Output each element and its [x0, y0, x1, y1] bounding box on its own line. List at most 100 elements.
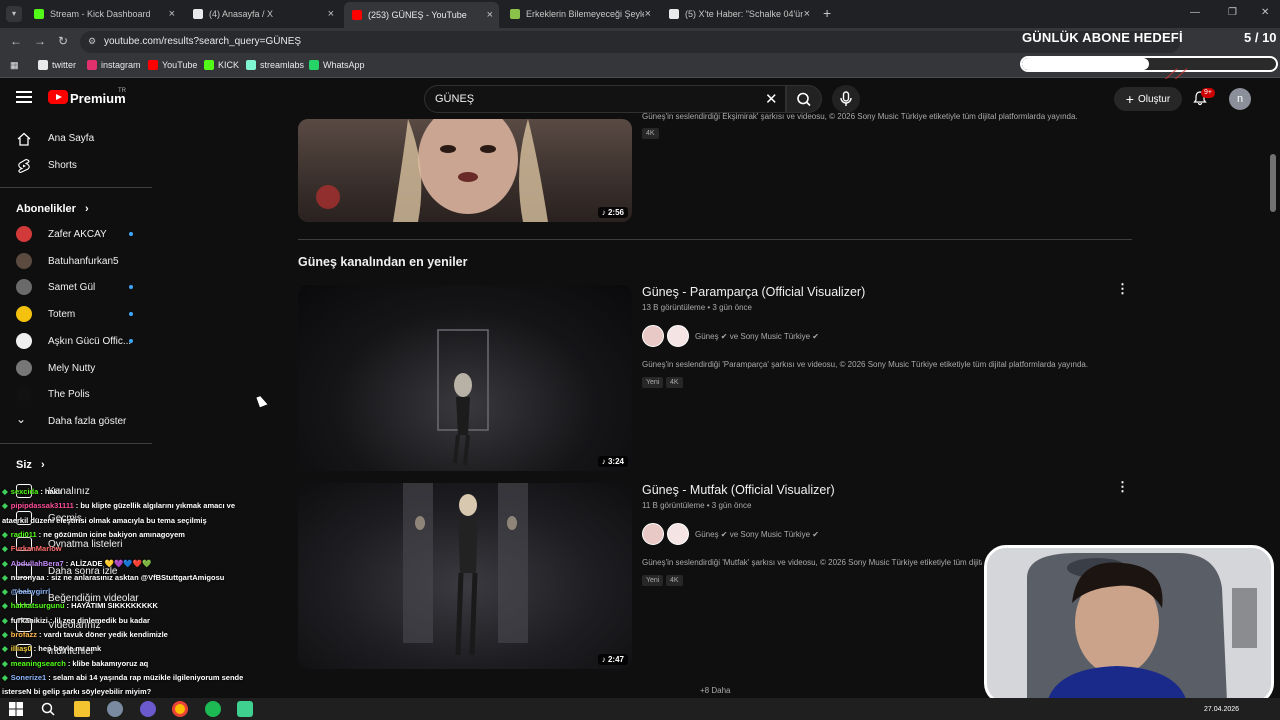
app-icon[interactable]	[107, 701, 123, 717]
url-text[interactable]: youtube.com/results?search_query=GÜNEŞ	[104, 36, 301, 47]
sidebar-divider	[0, 443, 152, 444]
search-input[interactable]: GÜNEŞ	[435, 93, 474, 105]
search-icon[interactable]	[40, 701, 56, 717]
tab-close-icon[interactable]: ×	[328, 8, 334, 20]
new-tab-button[interactable]: +	[823, 5, 831, 21]
video-meta: 13 B görüntüleme • 3 gün önce	[642, 303, 752, 312]
sidebar-item-subscription[interactable]: Samet Gül	[0, 274, 152, 301]
show-more-button[interactable]: ⌄ Daha fazla göster	[0, 408, 152, 435]
spotify-icon[interactable]	[205, 701, 221, 717]
app-icon[interactable]	[140, 701, 156, 717]
region-code: TR	[118, 88, 126, 94]
tab-search-button[interactable]: ▾	[6, 6, 22, 22]
browser-tab[interactable]: Stream - Kick Dashboard ×	[26, 3, 181, 25]
chrome-icon[interactable]	[172, 701, 188, 717]
app-icon[interactable]	[237, 701, 253, 717]
sidebar-item-subscription[interactable]: The Polis	[0, 381, 152, 408]
chat-text: isterseN bi gelip şarkı söyleyebilir miy…	[2, 687, 152, 697]
bookmark-item[interactable]: instagram	[87, 60, 141, 70]
video-title[interactable]: Güneş - Paramparça (Official Visualizer)	[642, 285, 865, 299]
bookmark-icon	[87, 60, 97, 70]
sidebar-item-label: Zafer AKCAY	[48, 229, 107, 240]
channel-row[interactable]: Güneş ✔ ve Sony Music Türkiye ✔	[642, 523, 942, 547]
tab-close-icon[interactable]: ×	[804, 8, 810, 20]
tab-close-icon[interactable]: ×	[645, 8, 651, 20]
video-thumbnail[interactable]: ♪ 2:47	[298, 483, 632, 669]
close-window-icon[interactable]: ✕	[1261, 7, 1269, 18]
video-duration: ♪ 2:47	[597, 654, 628, 665]
chat-text: vardı tavuk döner yedik kendimizle	[43, 630, 168, 639]
clear-search-icon[interactable]: ✕	[765, 90, 778, 108]
more-options-icon[interactable]: ⋮	[1116, 282, 1129, 295]
menu-icon[interactable]	[16, 91, 32, 103]
tab-close-icon[interactable]: ×	[169, 8, 175, 20]
voice-search-button[interactable]	[832, 85, 860, 113]
video-duration: ♪ 3:24	[597, 456, 628, 467]
channel-row[interactable]: Güneş ✔ ve Sony Music Türkiye ✔	[642, 325, 942, 349]
chat-badge-icon: ◆	[2, 544, 8, 554]
bookmark-item[interactable]: twitter	[38, 60, 76, 70]
channel-avatar[interactable]	[667, 523, 689, 545]
avatar[interactable]: n	[1229, 88, 1251, 110]
chat-message: ◆ @babygirrl	[2, 587, 52, 596]
channel-name[interactable]: Güneş ✔ ve Sony Music Türkiye ✔	[695, 332, 819, 341]
more-options-icon[interactable]: ⋮	[1116, 480, 1129, 493]
subscriptions-header[interactable]: Abonelikler ›	[16, 203, 89, 215]
chat-badge-icon: ◆	[2, 601, 8, 611]
scrollbar[interactable]	[1270, 154, 1276, 212]
restore-icon[interactable]: ❐	[1228, 7, 1237, 18]
duration-text: 2:47	[607, 655, 624, 664]
chat-badge-icon: ◆	[2, 672, 8, 682]
sidebar-item-subscription[interactable]: Zafer AKCAY	[0, 221, 152, 248]
sidebar-item-subscription[interactable]: Totem	[0, 301, 152, 328]
quality-badge: 4K	[666, 377, 683, 388]
sidebar-item-shorts[interactable]: Shorts	[0, 152, 152, 179]
quality-badge: 4K	[642, 128, 659, 139]
bookmark-icon	[148, 60, 158, 70]
browser-tab[interactable]: (4) Anasayfa / X ×	[185, 3, 340, 25]
apps-grid-icon[interactable]: ▦	[10, 60, 19, 71]
bookmark-item[interactable]: WhatsApp	[309, 60, 365, 70]
channel-avatar	[16, 279, 32, 296]
sidebar-item-home[interactable]: Ana Sayfa	[0, 125, 152, 152]
forward-icon[interactable]: →	[34, 34, 46, 48]
search-button[interactable]	[786, 85, 822, 113]
video-thumbnail[interactable]: ♪ 3:24	[298, 285, 632, 471]
browser-tab[interactable]: Erkeklerin Bilemeyeceği Şeyler ×	[502, 3, 657, 25]
search-box[interactable]: GÜNEŞ ✕	[424, 85, 786, 113]
tab-favicon-icon	[193, 9, 203, 19]
channel-avatar[interactable]	[642, 523, 664, 545]
create-button[interactable]: + Oluştur	[1114, 87, 1182, 111]
back-icon[interactable]: ←	[10, 34, 22, 48]
tab-close-icon[interactable]: ×	[487, 9, 493, 21]
video-title[interactable]: Güneş - Mutfak (Official Visualizer)	[642, 483, 835, 497]
channel-avatar[interactable]	[667, 325, 689, 347]
sidebar-item-subscription[interactable]: Mely Nutty	[0, 355, 152, 382]
show-more-results-link[interactable]: +8 Daha	[700, 686, 730, 695]
reload-icon[interactable]: ↻	[58, 34, 68, 48]
chat-badge-icon: ◆	[2, 558, 8, 568]
sidebar-item-subscription[interactable]: Aşkın Gücü Offic...	[0, 328, 152, 355]
video-thumbnail-top[interactable]: ♪ 2:56	[298, 119, 632, 222]
channel-avatar	[16, 306, 32, 323]
bookmark-item[interactable]: streamlabs	[246, 60, 304, 70]
live-indicator	[129, 312, 133, 317]
channel-avatar	[16, 226, 32, 242]
video-description: Güneş'in seslendirdiği 'Paramparça' şark…	[642, 360, 1089, 369]
you-header[interactable]: Siz ›	[16, 459, 45, 471]
sidebar-item-subscription[interactable]: Batuhanfurkan5	[0, 248, 152, 275]
site-info-icon[interactable]: ⚙	[88, 36, 96, 47]
file-explorer-icon[interactable]	[74, 701, 90, 717]
browser-tab[interactable]: (5) X'te Haber: "Schalke 04'ün s ×	[661, 3, 816, 25]
youtube-logo-icon[interactable]	[48, 90, 68, 104]
live-indicator	[129, 285, 133, 290]
omnibox[interactable]: ⚙ youtube.com/results?search_query=GÜNEŞ	[80, 31, 1180, 53]
windows-start-icon[interactable]	[8, 701, 24, 717]
minimize-icon[interactable]: —	[1190, 7, 1200, 18]
bookmark-item[interactable]: KICK	[204, 60, 239, 70]
channel-name[interactable]: Güneş ✔ ve Sony Music Türkiye ✔	[695, 530, 819, 539]
chat-message: ataerkil düzeni eleştirisi olmak amacıyl…	[2, 516, 207, 525]
bookmark-item[interactable]: YouTube	[148, 60, 197, 70]
browser-tab[interactable]: (253) GÜNEŞ - YouTube ×	[344, 2, 499, 28]
channel-avatar[interactable]	[642, 325, 664, 347]
